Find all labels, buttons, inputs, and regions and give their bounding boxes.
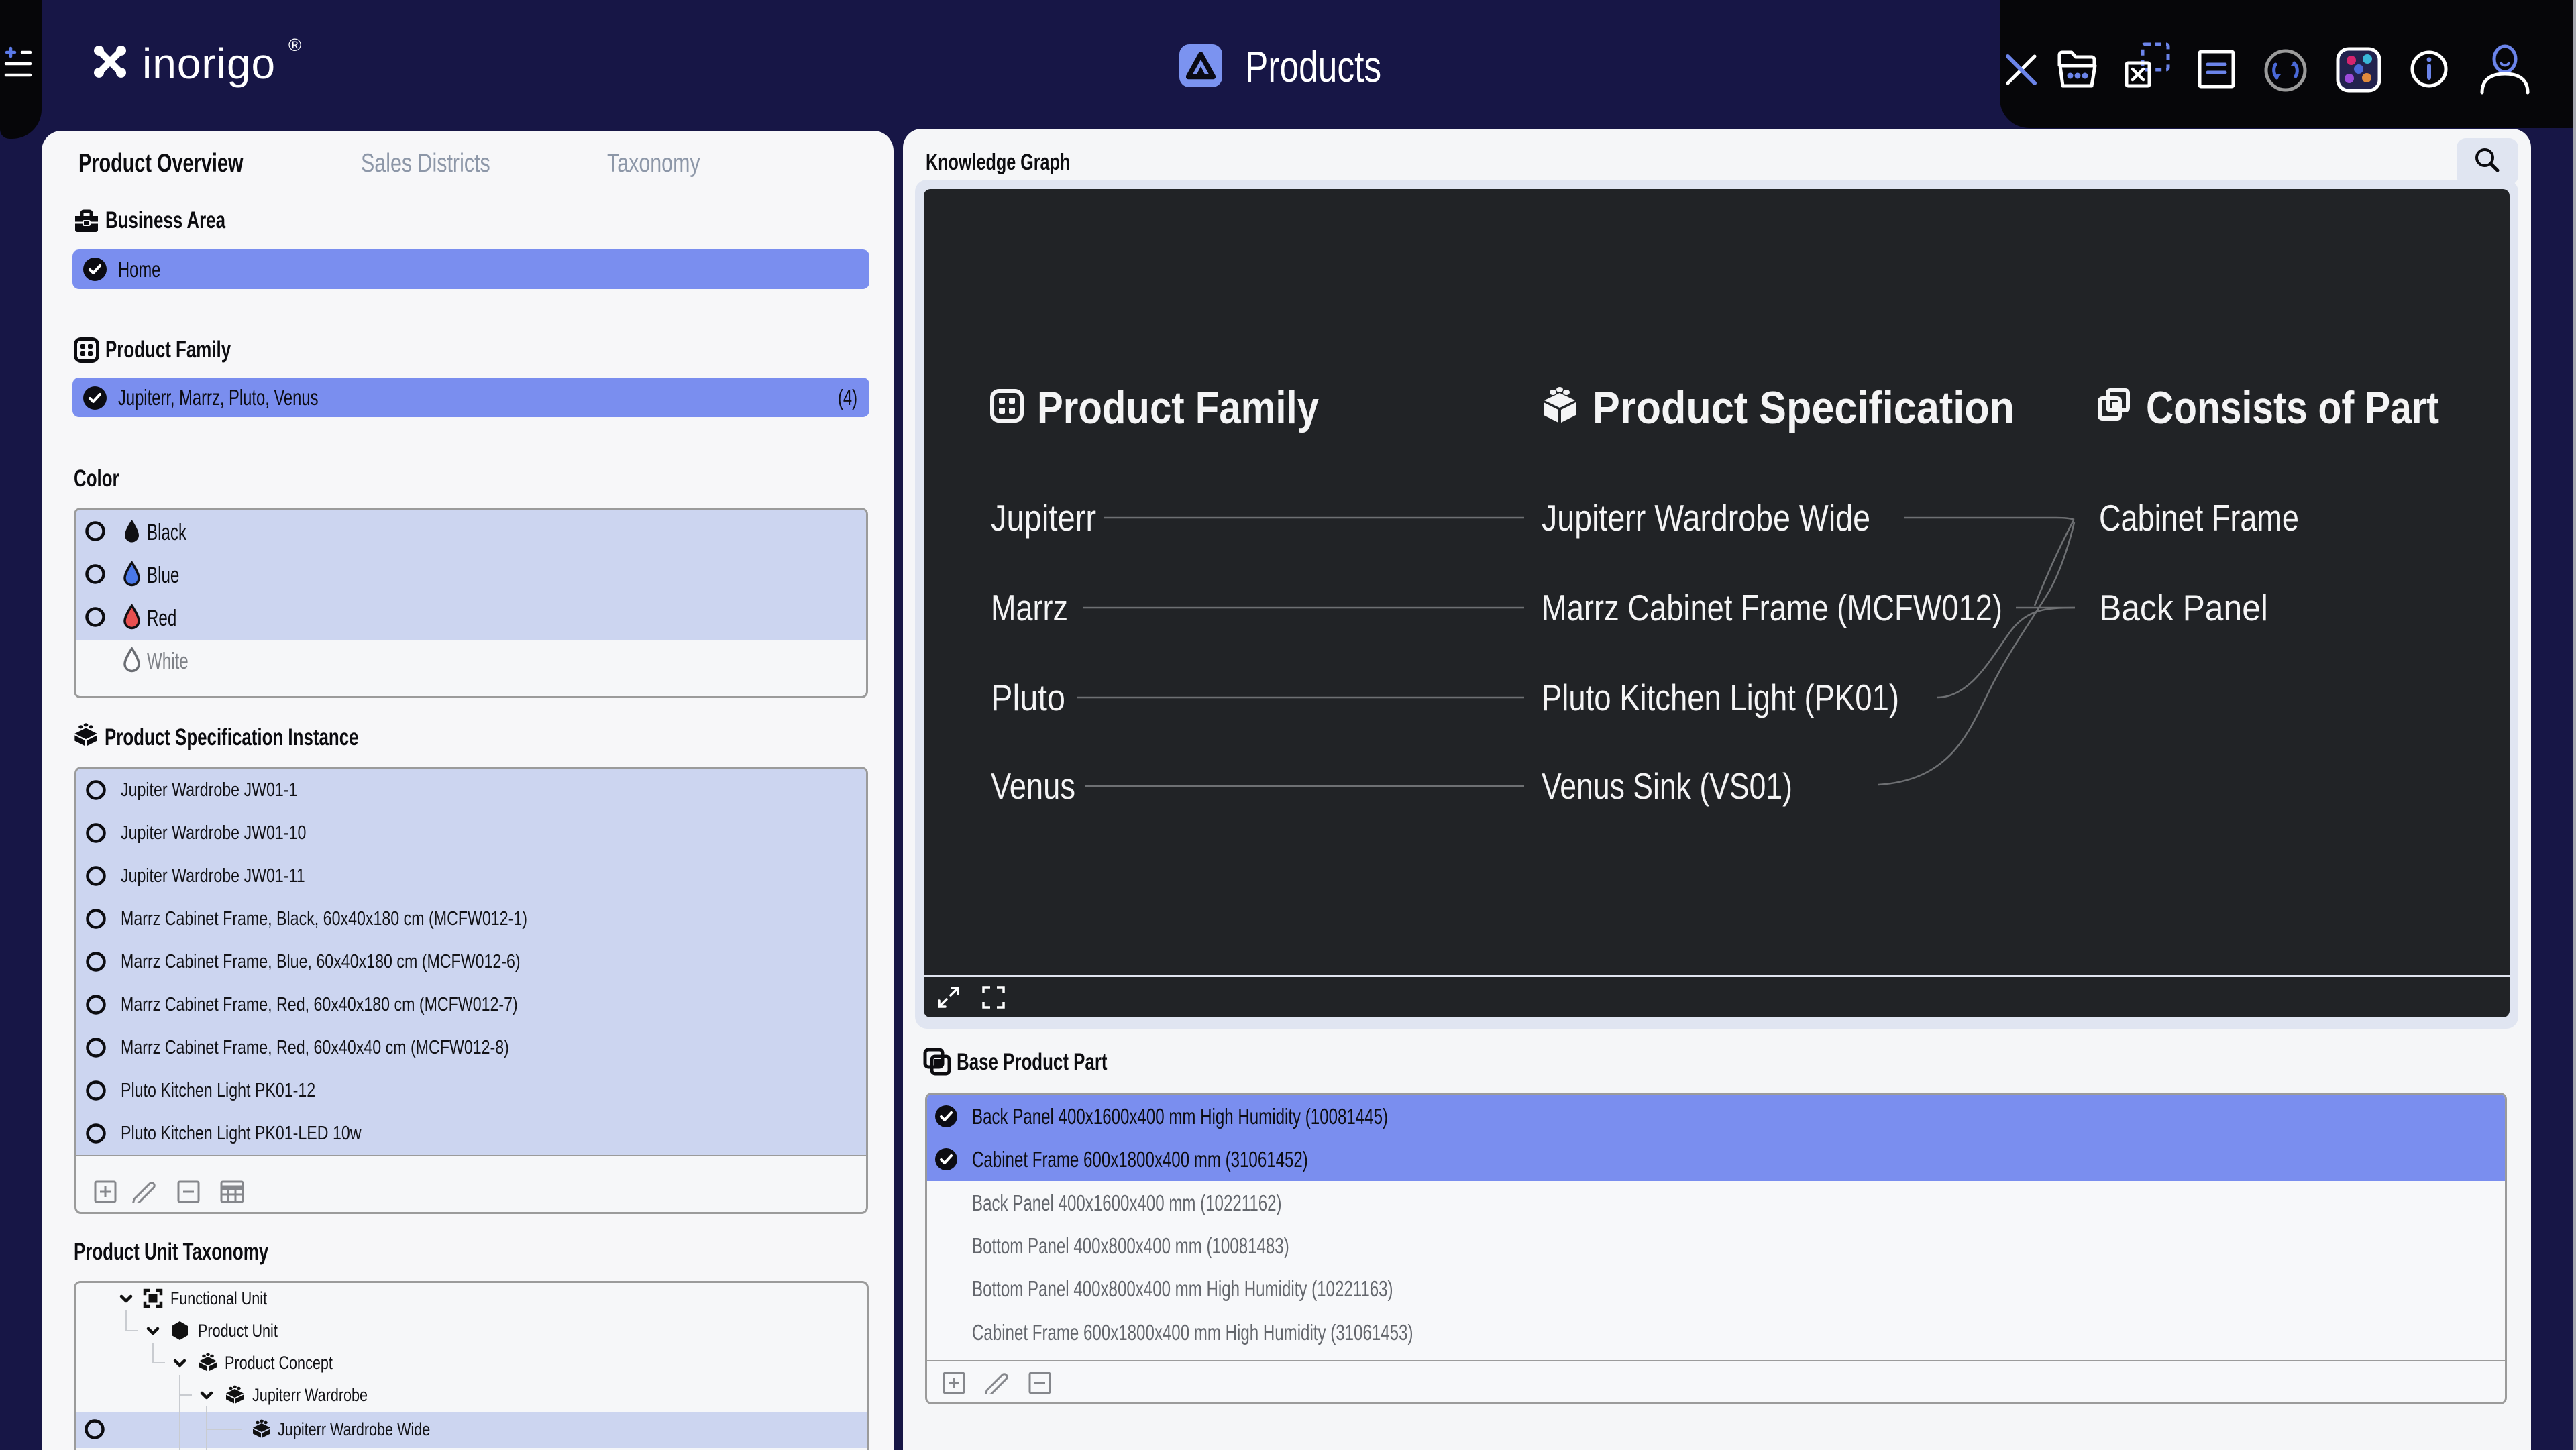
svg-text:Venus: Venus (991, 765, 1075, 807)
svg-text:Cabinet Frame: Cabinet Frame (2099, 497, 2299, 539)
svg-text:Marrz Cabinet Frame (MCFW012): Marrz Cabinet Frame (MCFW012) (1542, 587, 2002, 628)
svg-text:Product Family: Product Family (1037, 382, 1319, 433)
svg-text:Consists of Part: Consists of Part (2146, 382, 2439, 433)
svg-text:Jupiterr: Jupiterr (991, 497, 1096, 539)
svg-text:Jupiterr Wardrobe Wide: Jupiterr Wardrobe Wide (1542, 497, 1870, 539)
svg-text:Product Specification: Product Specification (1593, 382, 2015, 433)
svg-text:Pluto Kitchen Light (PK01): Pluto Kitchen Light (PK01) (1542, 677, 1899, 718)
svg-text:Back Panel: Back Panel (2099, 587, 2268, 628)
svg-text:Marrz: Marrz (991, 587, 1068, 628)
svg-text:Pluto: Pluto (991, 677, 1065, 718)
svg-text:Venus Sink (VS01): Venus Sink (VS01) (1542, 765, 1792, 807)
